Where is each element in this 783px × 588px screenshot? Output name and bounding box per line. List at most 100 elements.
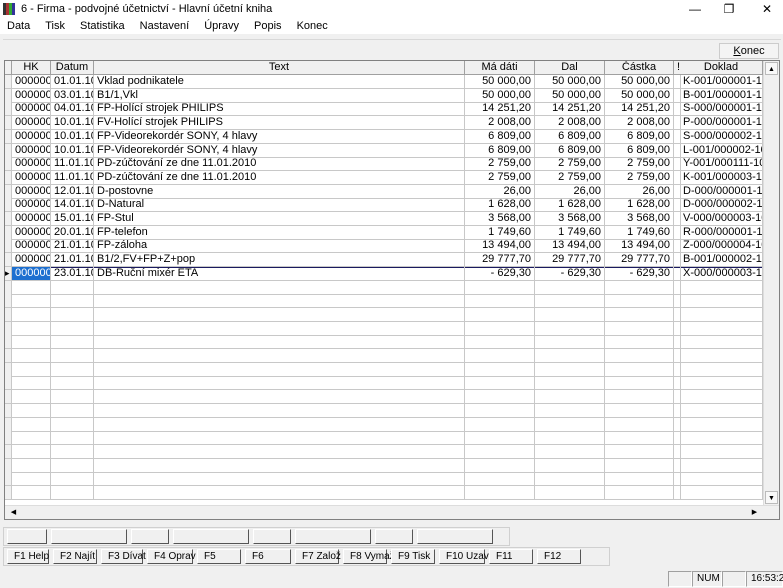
castka-cell[interactable]: 6 809,00 bbox=[605, 143, 674, 158]
empty-button[interactable] bbox=[7, 529, 47, 544]
dal-cell[interactable]: 6 809,00 bbox=[535, 143, 605, 158]
doklad-cell[interactable] bbox=[680, 294, 763, 309]
scroll-down-icon[interactable]: ▼ bbox=[765, 491, 778, 504]
castka-cell[interactable]: - 629,30 bbox=[605, 266, 674, 281]
fkey-button-9[interactable]: F9 Tisk bbox=[391, 549, 435, 564]
doklad-cell[interactable] bbox=[680, 458, 763, 473]
hk-cell[interactable]: 000000 bbox=[12, 88, 51, 103]
hk-cell[interactable]: 000000 bbox=[12, 170, 51, 185]
datum-cell[interactable]: 10.01.10 bbox=[51, 143, 94, 158]
doklad-cell[interactable]: L-001/000002-10 bbox=[680, 143, 763, 158]
doklad-cell[interactable]: V-000/000003-10 bbox=[680, 212, 763, 226]
datum-cell[interactable]: 10.01.10 bbox=[51, 129, 94, 144]
ma-dati-cell[interactable]: 50 000,00 bbox=[465, 75, 535, 89]
ma-dati-cell[interactable] bbox=[465, 403, 535, 418]
table-row[interactable]: 000000 11.01.10 PD-zúčtování ze dne 11.01.… bbox=[5, 157, 763, 172]
empty-row[interactable] bbox=[5, 294, 763, 309]
text-cell[interactable] bbox=[94, 294, 465, 309]
doklad-cell[interactable] bbox=[680, 321, 763, 336]
dal-cell[interactable] bbox=[535, 417, 605, 432]
castka-cell[interactable] bbox=[605, 390, 674, 405]
ma-dati-cell[interactable]: 1 628,00 bbox=[465, 198, 535, 213]
menu-nastaveni[interactable]: Nastavení bbox=[140, 18, 190, 34]
hk-cell[interactable]: 000000 bbox=[12, 102, 51, 117]
ma-dati-cell[interactable]: 1 749,60 bbox=[465, 225, 535, 240]
empty-row[interactable] bbox=[5, 417, 763, 432]
empty-button[interactable] bbox=[295, 529, 371, 544]
datum-cell[interactable] bbox=[51, 335, 94, 350]
castka-cell[interactable]: 2 759,00 bbox=[605, 170, 674, 185]
dal-cell[interactable]: 50 000,00 bbox=[535, 75, 605, 89]
ma-dati-cell[interactable]: 6 809,00 bbox=[465, 143, 535, 158]
doklad-cell[interactable] bbox=[680, 444, 763, 459]
ma-dati-cell[interactable] bbox=[465, 444, 535, 459]
dal-cell[interactable] bbox=[535, 307, 605, 322]
empty-button[interactable] bbox=[417, 529, 493, 544]
fkey-button-3[interactable]: F3 Dívat bbox=[101, 549, 146, 564]
ma-dati-cell[interactable]: 2 759,00 bbox=[465, 157, 535, 172]
datum-cell[interactable] bbox=[51, 307, 94, 322]
text-cell[interactable] bbox=[94, 444, 465, 459]
hk-cell[interactable] bbox=[12, 472, 51, 487]
doklad-cell[interactable] bbox=[680, 376, 763, 391]
doklad-cell[interactable]: Y-001/000111-10 bbox=[680, 157, 763, 172]
dal-cell[interactable]: 1 749,60 bbox=[535, 225, 605, 240]
empty-row[interactable] bbox=[5, 280, 763, 295]
doklad-cell[interactable]: X-000/000003-10 bbox=[680, 266, 763, 281]
datum-cell[interactable]: 23.01.10 bbox=[51, 266, 94, 281]
table-row[interactable]: 000000 01.01.10 Vklad podnikatele 50 000,00… bbox=[5, 75, 763, 89]
text-cell[interactable]: B1/1,Vkl bbox=[94, 88, 465, 103]
ma-dati-cell[interactable] bbox=[465, 362, 535, 377]
ma-dati-cell[interactable]: 6 809,00 bbox=[465, 129, 535, 144]
fkey-button-7[interactable]: F7 Založ bbox=[295, 549, 341, 564]
column-header-datum[interactable]: Datum bbox=[51, 61, 94, 75]
hk-cell[interactable]: 000000 bbox=[12, 143, 51, 158]
dal-cell[interactable]: 29 777,70 bbox=[535, 253, 605, 268]
empty-button[interactable] bbox=[253, 529, 291, 544]
doklad-cell[interactable]: B-001/000002-10 bbox=[680, 253, 763, 268]
vertical-scrollbar[interactable]: ▲ ▼ bbox=[763, 61, 779, 505]
restore-button[interactable]: ❐ bbox=[714, 0, 744, 18]
datum-cell[interactable]: 11.01.10 bbox=[51, 170, 94, 185]
scroll-right-icon[interactable]: ▶ bbox=[748, 506, 761, 519]
ma-dati-cell[interactable]: 50 000,00 bbox=[465, 88, 535, 103]
castka-cell[interactable]: 50 000,00 bbox=[605, 88, 674, 103]
datum-cell[interactable] bbox=[51, 280, 94, 295]
empty-row[interactable] bbox=[5, 458, 763, 473]
datum-cell[interactable]: 10.01.10 bbox=[51, 116, 94, 131]
datum-cell[interactable] bbox=[51, 376, 94, 391]
hk-cell[interactable]: 000000 bbox=[12, 253, 51, 268]
ma-dati-cell[interactable] bbox=[465, 458, 535, 473]
ma-dati-cell[interactable]: 2 008,00 bbox=[465, 116, 535, 131]
datum-cell[interactable] bbox=[51, 472, 94, 487]
scroll-up-icon[interactable]: ▲ bbox=[765, 62, 778, 75]
fkey-button-2[interactable]: F2 Najít bbox=[53, 549, 97, 564]
table-row[interactable]: 000000 12.01.10 D-postovne 26,00 26,00 26,00 D… bbox=[5, 184, 763, 199]
datum-cell[interactable]: 12.01.10 bbox=[51, 184, 94, 199]
hk-cell[interactable]: 000000 bbox=[12, 129, 51, 144]
empty-button[interactable] bbox=[173, 529, 249, 544]
empty-row[interactable] bbox=[5, 335, 763, 350]
ma-dati-cell[interactable] bbox=[465, 417, 535, 432]
text-cell[interactable] bbox=[94, 486, 465, 500]
fkey-button-11[interactable]: F11 bbox=[489, 549, 533, 564]
menu-popis[interactable]: Popis bbox=[254, 18, 282, 34]
text-cell[interactable] bbox=[94, 335, 465, 350]
ma-dati-cell[interactable] bbox=[465, 431, 535, 446]
doklad-cell[interactable] bbox=[680, 349, 763, 363]
empty-row[interactable] bbox=[5, 321, 763, 336]
ma-dati-cell[interactable] bbox=[465, 321, 535, 336]
ma-dati-cell[interactable] bbox=[465, 280, 535, 295]
castka-cell[interactable]: 2 759,00 bbox=[605, 157, 674, 172]
text-cell[interactable]: PD-zúčtování ze dne 11.01.2010 bbox=[94, 170, 465, 185]
hk-cell[interactable] bbox=[12, 431, 51, 446]
ma-dati-cell[interactable] bbox=[465, 486, 535, 500]
hk-cell[interactable] bbox=[12, 458, 51, 473]
castka-cell[interactable]: 1 749,60 bbox=[605, 225, 674, 240]
empty-button[interactable] bbox=[51, 529, 127, 544]
castka-cell[interactable] bbox=[605, 444, 674, 459]
dal-cell[interactable] bbox=[535, 294, 605, 309]
empty-button[interactable] bbox=[375, 529, 413, 544]
datum-cell[interactable]: 21.01.10 bbox=[51, 239, 94, 254]
dal-cell[interactable]: - 629,30 bbox=[535, 266, 605, 281]
